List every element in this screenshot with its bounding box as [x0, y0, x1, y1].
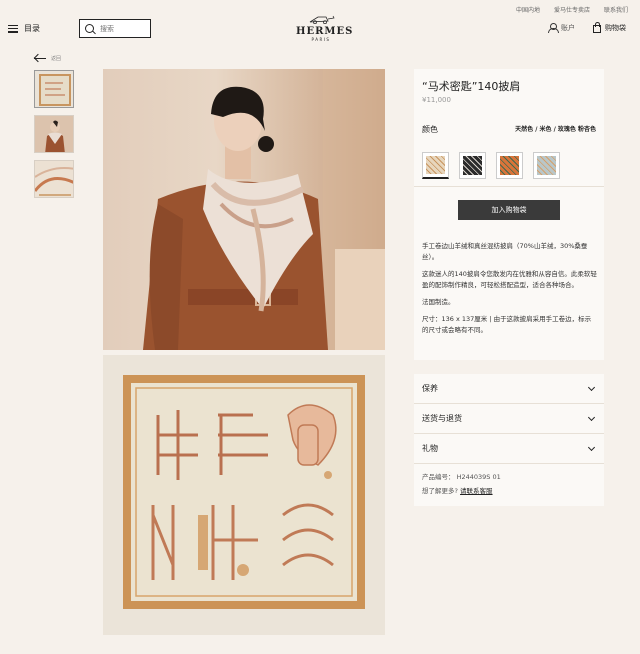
swatch-natural-beige-rose[interactable]	[422, 152, 449, 179]
color-swatches	[422, 152, 560, 179]
menu-label: 目录	[24, 24, 40, 33]
top-link-stores[interactable]: 爱马仕专卖店	[554, 5, 590, 14]
divider	[414, 186, 604, 187]
back-button[interactable]: 返回	[34, 54, 61, 62]
accordion-gift-label: 礼物	[422, 444, 438, 453]
info-accordion: 保养 送货与退货 礼物 产品编号： H244039S 01 想了解更多? 请联系…	[414, 374, 604, 506]
color-label: 颜色	[422, 125, 438, 134]
product-photo-model[interactable]	[103, 69, 385, 350]
accordion-gift[interactable]: 礼物	[414, 434, 604, 464]
arrow-left-icon	[34, 54, 46, 62]
product-code-label: 产品编号：	[422, 473, 455, 481]
model-wearing-scarf-image	[143, 69, 385, 350]
cart-label: 购物袋	[605, 24, 626, 32]
search-icon	[85, 24, 94, 33]
logo-sub: PARIS	[311, 37, 331, 42]
product-code: H244039S 01	[456, 473, 501, 481]
menu-button[interactable]: 目录	[8, 23, 40, 34]
accordion-shipping-label: 送货与退货	[422, 414, 462, 423]
top-links: 中国内地 爱马仕专卖店 联系我们	[516, 5, 628, 14]
model-thumb-image	[35, 116, 73, 152]
thumbnail-scarf[interactable]	[34, 70, 74, 108]
account-button[interactable]: 账户	[548, 23, 575, 33]
contact-link[interactable]: 请联系客服	[460, 487, 493, 495]
logo-name: HERMES	[296, 26, 354, 37]
product-price: ¥11,000	[422, 96, 451, 104]
swatch-black-white[interactable]	[459, 152, 486, 179]
product-title: “马术密匙”140披肩	[422, 80, 521, 93]
swatch-orange-green[interactable]	[496, 152, 523, 179]
top-link-region[interactable]: 中国内地	[516, 5, 540, 14]
chevron-down-icon	[587, 413, 596, 421]
top-link-contact[interactable]: 联系我们	[604, 5, 628, 14]
scarf-thumb-image	[35, 71, 73, 107]
person-icon	[548, 23, 559, 33]
search-input[interactable]	[100, 24, 148, 33]
description-size: 尺寸：136 x 137厘米 | 由于这款披肩采用手工卷边，标示的尺寸或会略有不…	[422, 315, 592, 334]
hamburger-icon	[8, 24, 18, 33]
account-label: 账户	[561, 24, 575, 32]
thumbnail-model[interactable]	[34, 115, 74, 153]
description-details: 这款迷人的140披肩令您散发内在优雅和从容自信。此柔软轻盈的配饰制作精良，可轻松…	[422, 270, 597, 289]
product-code-row: 产品编号： H244039S 01	[422, 470, 596, 484]
product-panel: “马术密匙”140披肩 ¥11,000 颜色 天然色 / 米色 / 玫瑰色 粉杏…	[414, 69, 604, 360]
add-to-bag-button[interactable]: 加入购物袋	[458, 200, 560, 220]
accordion-shipping[interactable]: 送货与退货	[414, 404, 604, 434]
color-name: 天然色 / 米色 / 玫瑰色 粉杏色	[515, 126, 596, 133]
contact-row: 想了解更多? 请联系客服	[422, 484, 596, 498]
search-box[interactable]	[79, 19, 151, 38]
back-label: 返回	[51, 55, 62, 62]
cart-button[interactable]: 购物袋	[593, 22, 626, 33]
chevron-down-icon	[587, 383, 596, 391]
product-meta: 产品编号： H244039S 01 想了解更多? 请联系客服	[414, 464, 604, 504]
thumbnail-strip	[34, 70, 76, 205]
carriage-icon	[309, 15, 335, 25]
hermes-logo[interactable]: HERMES PARIS	[296, 14, 354, 42]
product-photo-scarf[interactable]	[103, 355, 385, 635]
more-text: 想了解更多?	[422, 487, 458, 495]
description-material: 手工卷边山羊绒和真丝混纺披肩（70%山羊绒，30%桑蚕丝）。	[422, 242, 588, 261]
scarf-detail-thumb-image	[35, 161, 73, 197]
chevron-down-icon	[587, 443, 596, 451]
description-origin: 法国制造。	[422, 298, 455, 306]
swatch-blue-grey[interactable]	[533, 152, 560, 179]
accordion-care[interactable]: 保养	[414, 374, 604, 404]
scarf-flat-image	[103, 355, 385, 635]
accordion-care-label: 保养	[422, 384, 438, 393]
thumbnail-scarf-detail[interactable]	[34, 160, 74, 198]
product-description: 手工卷边山羊绒和真丝混纺披肩（70%山羊绒，30%桑蚕丝）。 这款迷人的140披…	[422, 241, 597, 342]
shopping-bag-icon	[593, 22, 601, 33]
